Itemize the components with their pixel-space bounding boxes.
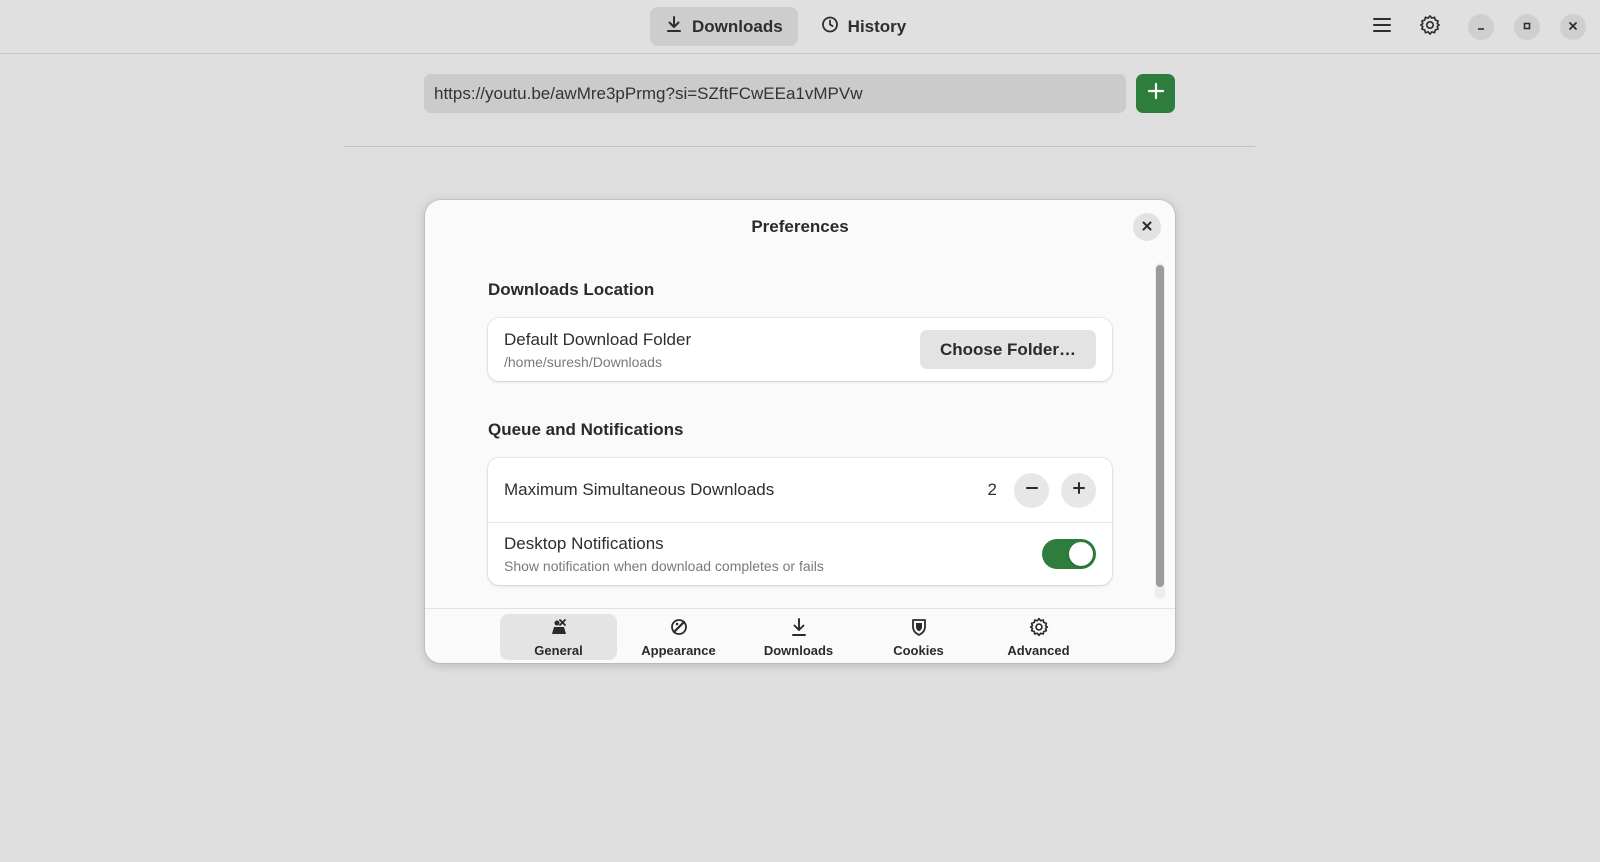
menu-button[interactable]	[1364, 9, 1400, 45]
preferences-button[interactable]	[1412, 9, 1448, 45]
plus-icon	[1147, 82, 1165, 105]
close-window-button[interactable]	[1560, 14, 1586, 40]
view-switcher: Downloads History	[650, 7, 921, 46]
plus-icon	[1072, 481, 1085, 499]
max-downloads-value: 2	[987, 480, 997, 499]
url-input[interactable]	[424, 74, 1126, 113]
tab-downloads[interactable]: Downloads	[650, 7, 798, 46]
minus-icon	[1025, 481, 1038, 499]
dialog-close-button[interactable]	[1133, 213, 1161, 241]
header-actions	[1364, 9, 1586, 45]
notifications-text: Desktop Notifications Show notification …	[504, 534, 1042, 574]
page-downloads-label: Downloads	[763, 642, 834, 658]
palette-icon	[669, 617, 689, 640]
divider	[344, 146, 1255, 147]
folder-path: /home/suresh/Downloads	[504, 353, 662, 370]
scrollbar-thumb[interactable]	[1156, 265, 1164, 587]
choose-folder-button[interactable]: Choose Folder…	[919, 330, 1096, 369]
add-download-button[interactable]	[1136, 74, 1175, 113]
section-title-queue: Queue and Notifications	[488, 420, 684, 439]
app-window: Downloads History https://youtu.be/awMre…	[0, 0, 1600, 862]
menu-icon	[1372, 16, 1392, 39]
maximize-icon	[1522, 18, 1532, 36]
increment-button[interactable]	[1061, 472, 1096, 508]
preferences-content: Downloads Location Default Download Fold…	[488, 280, 1112, 585]
toggle-knob	[1069, 542, 1093, 566]
maximize-button[interactable]	[1514, 14, 1540, 40]
page-appearance[interactable]: Appearance	[620, 614, 737, 660]
gear-icon	[1029, 617, 1049, 640]
max-downloads-row: Maximum Simultaneous Downloads 2	[488, 458, 1112, 522]
notifications-row: Desktop Notifications Show notification …	[488, 522, 1112, 585]
folder-label: Default Download Folder	[504, 329, 692, 349]
tab-history-label: History	[847, 16, 907, 36]
page-appearance-label: Appearance	[641, 642, 716, 658]
scrollbar[interactable]	[1155, 263, 1165, 599]
tab-history[interactable]: History	[806, 7, 922, 46]
gear-icon	[1419, 14, 1441, 41]
section-title-location: Downloads Location	[488, 280, 655, 299]
page-cookies[interactable]: Cookies	[860, 614, 977, 660]
shield-icon	[909, 617, 929, 640]
notifications-toggle[interactable]	[1042, 539, 1096, 569]
minimize-icon	[1476, 18, 1486, 36]
notifications-description: Show notification when download complete…	[504, 558, 824, 574]
page-downloads[interactable]: Downloads	[740, 614, 857, 660]
notifications-label: Desktop Notifications	[504, 534, 664, 553]
max-downloads-label: Maximum Simultaneous Downloads	[504, 480, 775, 499]
page-general[interactable]: General	[500, 614, 617, 660]
tab-downloads-label: Downloads	[692, 16, 783, 36]
download-icon	[789, 617, 809, 640]
page-advanced[interactable]: Advanced	[980, 614, 1097, 660]
location-card: Default Download Folder /home/suresh/Dow…	[488, 318, 1112, 381]
minimize-button[interactable]	[1468, 14, 1494, 40]
page-cookies-label: Cookies	[893, 642, 944, 658]
decrement-button[interactable]	[1014, 472, 1049, 508]
download-icon	[665, 15, 683, 38]
close-icon	[1568, 18, 1578, 36]
dialog-title: Preferences	[751, 217, 849, 236]
preferences-dialog: Preferences Downloads Location Default D…	[425, 200, 1175, 663]
header-bar: Downloads History	[0, 0, 1600, 54]
clock-icon	[821, 15, 839, 38]
close-icon	[1142, 218, 1152, 236]
folder-text: Default Download Folder /home/suresh/Dow…	[504, 330, 920, 370]
page-advanced-label: Advanced	[1007, 642, 1070, 658]
general-icon	[549, 617, 569, 640]
folder-row: Default Download Folder /home/suresh/Dow…	[488, 318, 1112, 381]
preferences-page-switcher: General Appearance Downloads Cookies Adv…	[425, 608, 1175, 663]
queue-card: Maximum Simultaneous Downloads 2 Desktop…	[488, 458, 1112, 585]
page-general-label: General	[534, 642, 583, 658]
